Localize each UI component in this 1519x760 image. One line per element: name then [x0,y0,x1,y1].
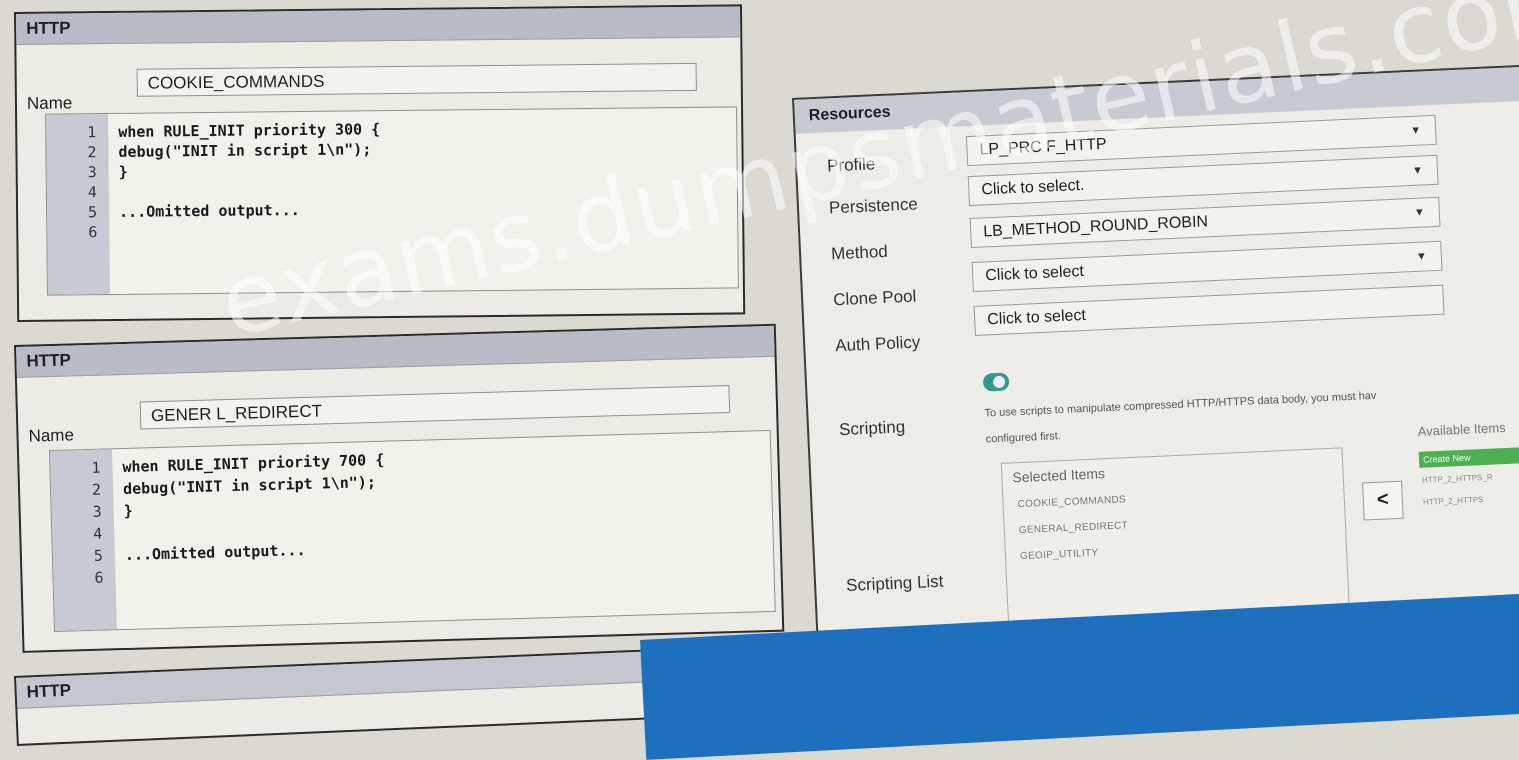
scripting-note: To use scripts to manipulate compressed … [984,389,1377,420]
create-new-button[interactable]: Create New [1418,446,1519,468]
list-item[interactable]: HTTP_2_HTTPS_R [1422,473,1493,485]
list-item[interactable]: GENERAL_REDIRECT [1019,520,1129,536]
code-editor[interactable]: 1 when RULE_INIT priority 700 { 2 debug("I… [48,429,776,632]
name-input[interactable]: GENER L_REDIRECT [139,385,731,430]
auth-policy-select[interactable]: Click to select [973,284,1445,336]
move-left-button[interactable]: < [1362,480,1404,521]
code-line: when RULE_INIT priority 300 { [118,120,381,141]
scripting-label: Scripting [838,417,906,440]
name-label: Name [26,93,73,113]
available-items-title: Available Items [1417,419,1506,439]
line-number: 2 [91,480,102,499]
chevron-down-icon: ▼ [1409,124,1422,137]
name-input[interactable]: COOKIE_COMMANDS [136,62,697,97]
line-number: 4 [87,183,97,202]
code-line: } [123,501,133,520]
panel-header: HTTP [16,325,775,378]
method-select[interactable]: LB_METHOD_ROUND_ROBIN ▼ [969,196,1441,249]
script-panel-3: HTTP [14,646,717,746]
chevron-down-icon: ▼ [1413,206,1426,219]
code-line: ...Omitted output... [124,540,306,564]
panel-header: HTTP [16,648,713,709]
line-number: 6 [94,568,104,587]
method-label: Method [830,241,889,264]
list-item[interactable]: GEOIP_UTILITY [1020,548,1099,563]
code-line: } [118,162,128,181]
line-number: 3 [87,163,97,182]
script-panel-2: HTTP Name GENER L_REDIRECT 1 when RULE_IN… [14,323,785,653]
name-label: Name [28,425,75,446]
line-number: 3 [92,502,102,521]
line-number: 6 [88,223,98,242]
scripting-list-label: Scripting List [845,571,944,596]
line-number: 4 [93,524,103,543]
line-number: 1 [91,458,101,477]
auth-policy-label: Auth Policy [834,332,921,356]
auth-policy-value: Click to select [986,306,1087,329]
selected-items-list[interactable]: Selected Items COOKIE_COMMANDS GENERAL_R… [1000,447,1350,625]
selected-items-title: Selected Items [1012,465,1106,486]
list-item[interactable]: COOKIE_COMMANDS [1017,494,1126,510]
code-line: debug("INIT in script 1\n"); [122,472,377,499]
line-number: 5 [93,546,104,565]
code-line: ...Omitted output... [119,201,300,221]
clone-pool-label: Clone Pool [832,286,917,310]
scripting-toggle[interactable] [982,372,1010,392]
line-number: 1 [87,123,97,142]
scripting-note-2: configured first. [985,430,1062,446]
code-line: debug("INIT in script 1\n"); [118,140,372,161]
list-item[interactable]: HTTP_2_HTTPS [1423,495,1484,507]
line-number: 2 [87,143,97,162]
chevron-down-icon: ▼ [1415,250,1428,263]
line-number: 5 [87,203,98,222]
clone-pool-value: Click to select [984,262,1085,285]
chevron-down-icon: ▼ [1411,164,1424,177]
clone-pool-select[interactable]: Click to select ▼ [971,240,1443,292]
panel-header: HTTP [16,6,741,45]
method-value: LB_METHOD_ROUND_ROBIN [982,213,1209,241]
